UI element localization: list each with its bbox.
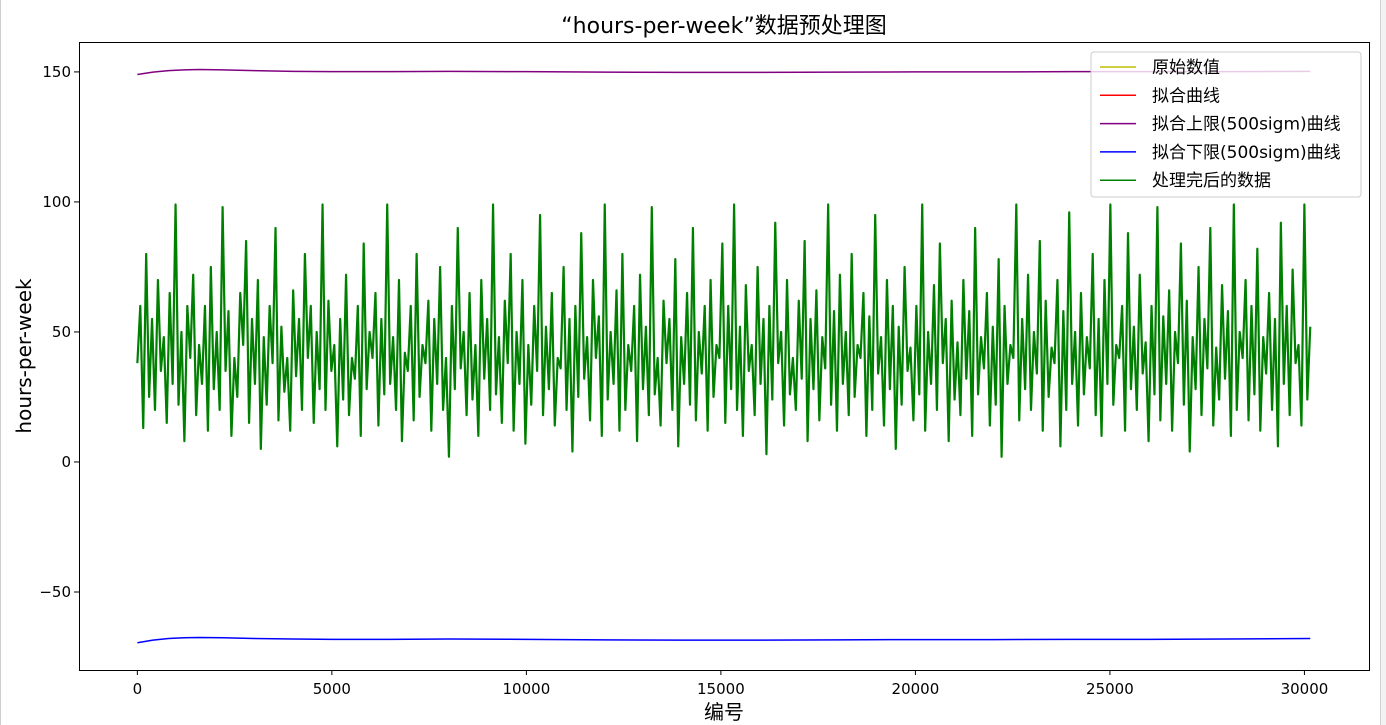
x-tick-label: 0 [133,680,143,698]
legend: 原始数值拟合曲线拟合上限(500sigm)曲线拟合下限(500sigm)曲线处理… [1090,51,1362,198]
y-tick-label: −50 [39,583,71,601]
y-tick-label: 50 [52,323,71,341]
y-tick-label: 150 [42,63,71,81]
x-tick-label: 15000 [697,680,745,698]
x-tick-label: 30000 [1281,680,1329,698]
y-tick-label: 100 [42,193,71,211]
chart-title: “hours-per-week”数据预处理图 [561,14,886,39]
x-tick-label: 5000 [313,680,351,698]
legend-label: 处理完后的数据 [1152,171,1271,191]
legend-label: 拟合曲线 [1152,86,1220,106]
x-axis-label: 编号 [704,700,744,724]
legend-label: 拟合上限(500sigm)曲线 [1152,115,1341,135]
legend-label: 拟合下限(500sigm)曲线 [1152,143,1341,163]
x-tick-label: 25000 [1086,680,1134,698]
chart: 0 5000 10000 15000 20000 25000 30000 150 100 50 0 −… [0,0,1386,725]
legend-label: 原始数值 [1152,58,1220,78]
window-right-edge [1381,0,1386,725]
x-tick-label: 20000 [892,680,940,698]
y-tick-label: 0 [61,453,71,471]
x-tick-label: 10000 [503,680,551,698]
y-axis-label: hours-per-week [12,278,36,434]
